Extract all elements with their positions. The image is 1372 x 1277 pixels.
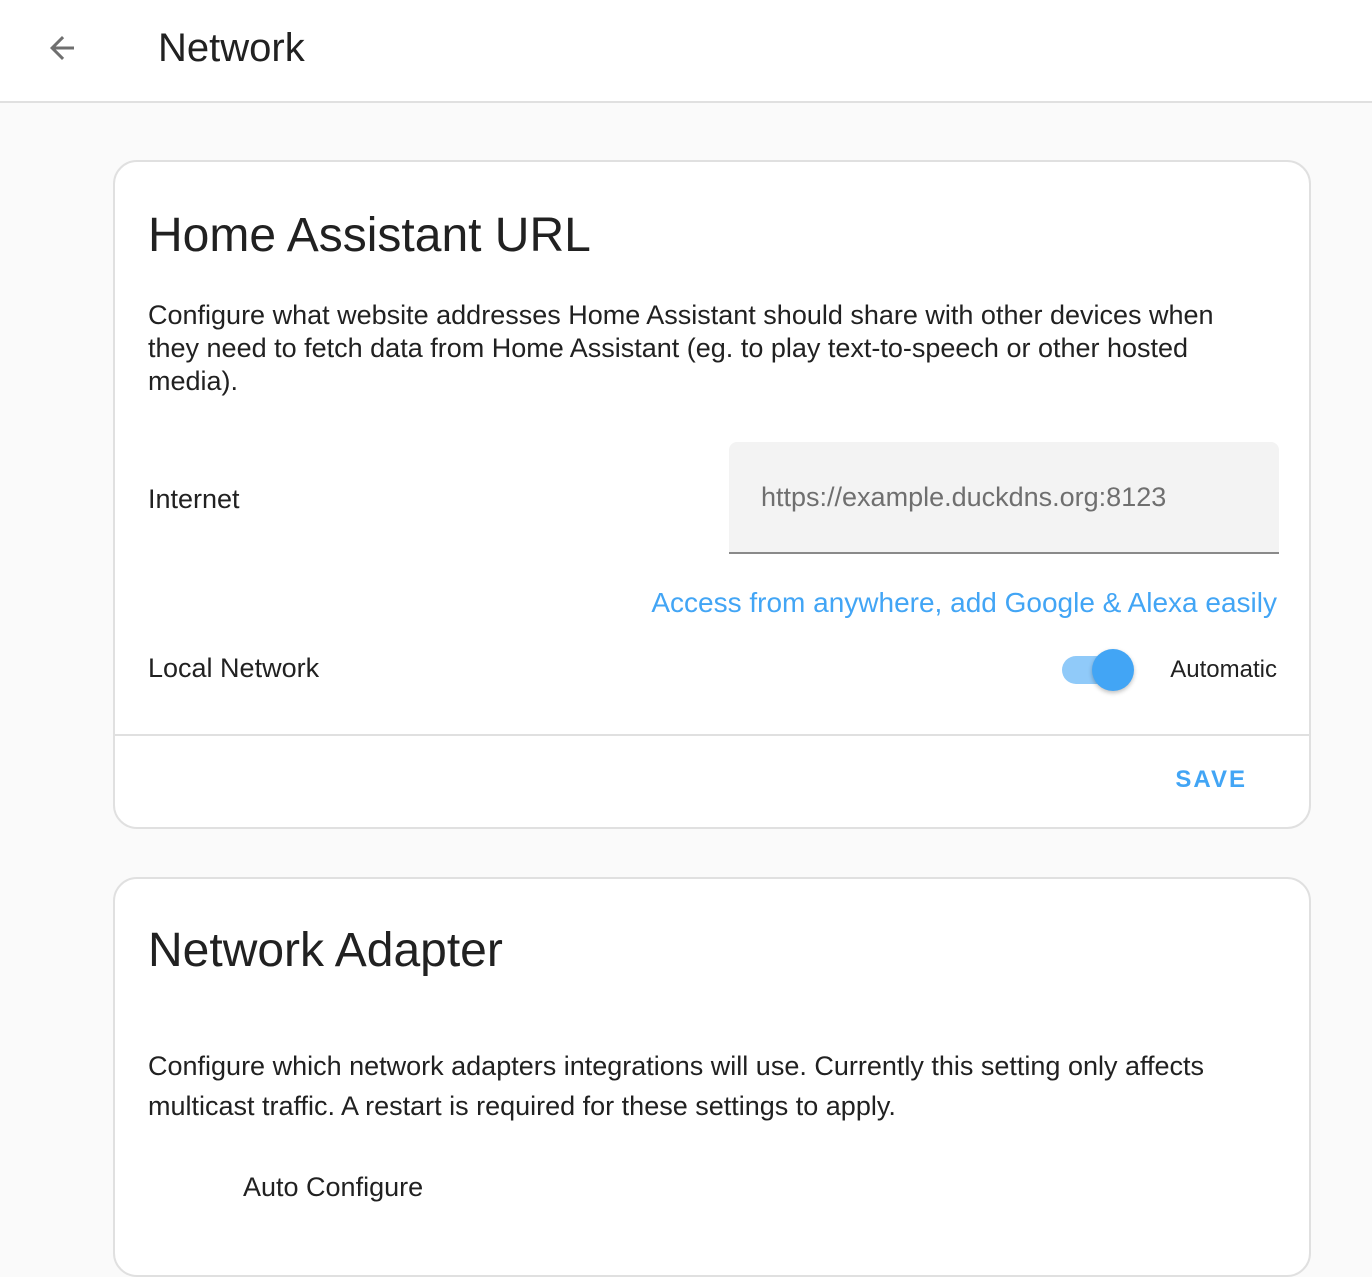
page-title: Network (158, 26, 305, 70)
cloud-access-link[interactable]: Access from anywhere, add Google & Alexa… (651, 585, 1277, 621)
internet-url-input[interactable] (729, 442, 1279, 552)
adapter-card-description: Configure which network adapters integra… (148, 1051, 1205, 1121)
home-assistant-url-card: Home Assistant URL Configure what websit… (113, 160, 1311, 829)
card-actions: SAVE (115, 734, 1309, 829)
local-network-automatic-switch[interactable] (1062, 649, 1136, 691)
network-adapter-card: Network Adapter Configure which network … (113, 877, 1311, 1277)
internet-label: Internet (148, 484, 240, 514)
auto-configure-label[interactable]: Auto Configure (243, 1171, 423, 1204)
arrow-left-icon (50, 36, 74, 60)
top-app-bar: Network (0, 0, 1372, 103)
adapter-card-title: Network Adapter (148, 924, 503, 977)
url-card-description: Configure what website addresses Home As… (148, 300, 1214, 396)
url-card-title: Home Assistant URL (148, 209, 591, 262)
automatic-label: Automatic (1170, 656, 1277, 683)
internet-url-field[interactable] (729, 442, 1279, 554)
back-button[interactable] (30, 22, 94, 74)
save-button[interactable]: SAVE (1175, 766, 1247, 794)
switch-thumb (1092, 649, 1134, 691)
local-network-label: Local Network (148, 653, 320, 683)
